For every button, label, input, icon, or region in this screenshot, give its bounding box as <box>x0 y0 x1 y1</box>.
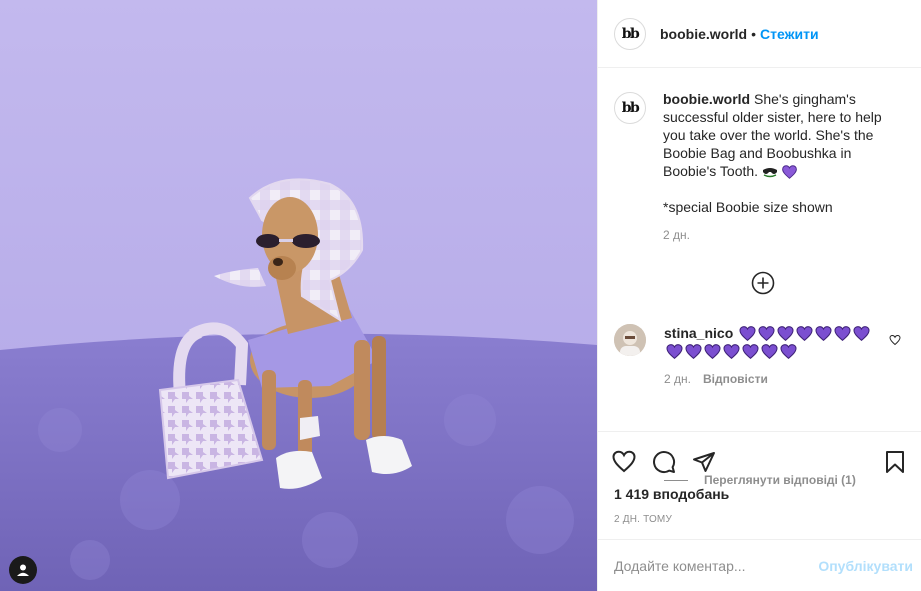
purple-heart-icon <box>761 344 778 359</box>
comment-like-heart-icon[interactable] <box>889 334 901 346</box>
post-photo[interactable] <box>0 0 597 591</box>
tagged-users-button[interactable] <box>9 556 37 584</box>
heart-outline-icon[interactable] <box>612 450 636 474</box>
post-sidebar: bb boobie.world • Стежити bb boobie.worl… <box>597 0 921 591</box>
comment-body: stina_nico 2 дн. Відповісти <box>664 324 874 386</box>
author-avatar[interactable]: bb <box>614 17 646 50</box>
author-avatar-logo: bb <box>621 25 640 42</box>
add-comment-bar: Опублікувати <box>598 539 921 591</box>
header-separator: • <box>751 25 757 42</box>
purple-heart-icon <box>780 344 797 359</box>
purple-heart-icon <box>853 326 870 341</box>
user-tag-icon <box>17 564 29 576</box>
caption-author-avatar[interactable]: bb <box>614 92 646 124</box>
comment-item: stina_nico 2 дн. Відповісти <box>614 324 911 386</box>
sunglasses-emoji-icon <box>762 168 777 178</box>
purple-heart-icon <box>834 326 851 341</box>
purple-heart-icon <box>815 326 832 341</box>
post-header: bb boobie.world • Стежити <box>598 0 921 68</box>
plus-circle-icon[interactable] <box>751 271 775 295</box>
comments-section[interactable]: bb boobie.world She's gingham's successf… <box>598 68 921 487</box>
comment-meta: 2 дн. Відповісти <box>664 372 874 386</box>
caption-time[interactable]: 2 дн. <box>663 228 893 242</box>
commenter-avatar[interactable] <box>614 324 646 356</box>
post-caption: bb boobie.world She's gingham's successf… <box>614 90 905 242</box>
bookmark-icon[interactable] <box>883 450 907 474</box>
comment-time[interactable]: 2 дн. <box>664 372 691 386</box>
comment-bubble-icon[interactable] <box>652 450 676 474</box>
purple-heart-icon <box>704 344 721 359</box>
publish-button[interactable]: Опублікувати <box>818 558 913 574</box>
likes-count[interactable]: 1 419 вподобань <box>598 486 921 502</box>
purple-heart-icon <box>781 165 797 179</box>
purple-heart-icon <box>685 344 702 359</box>
purple-heart-icon <box>723 344 740 359</box>
view-replies-line <box>664 479 688 481</box>
comment-username[interactable]: stina_nico <box>664 325 733 341</box>
purple-heart-icon <box>666 344 683 359</box>
caption-body: boobie.world She's gingham's successful … <box>663 90 893 242</box>
instagram-post: bb boobie.world • Стежити bb boobie.worl… <box>0 0 921 591</box>
caption-note: *special Boobie size shown <box>663 199 833 215</box>
post-timestamp[interactable]: 2 ДН. ТОМУ <box>598 514 921 525</box>
paper-plane-icon[interactable] <box>692 450 716 474</box>
caption-text: boobie.world She's gingham's successful … <box>663 90 893 180</box>
caption-avatar-logo: bb <box>621 100 640 116</box>
dog-photo-illustration <box>0 0 597 591</box>
caption-username[interactable]: boobie.world <box>663 91 750 107</box>
commenter-avatar-photo <box>614 324 646 356</box>
purple-heart-icon <box>742 344 759 359</box>
comment-input[interactable] <box>614 557 819 574</box>
author-username[interactable]: boobie.world <box>660 26 747 42</box>
purple-heart-icon <box>739 326 756 341</box>
follow-button[interactable]: Стежити <box>760 26 819 42</box>
view-replies-button[interactable]: Переглянути відповіді (1) <box>664 473 856 487</box>
reply-button[interactable]: Відповісти <box>703 372 768 386</box>
view-replies-label: Переглянути відповіді (1) <box>704 473 856 487</box>
purple-heart-icon <box>758 326 775 341</box>
comment-text: stina_nico <box>664 324 874 360</box>
purple-heart-icon <box>796 326 813 341</box>
purple-heart-icon <box>777 326 794 341</box>
